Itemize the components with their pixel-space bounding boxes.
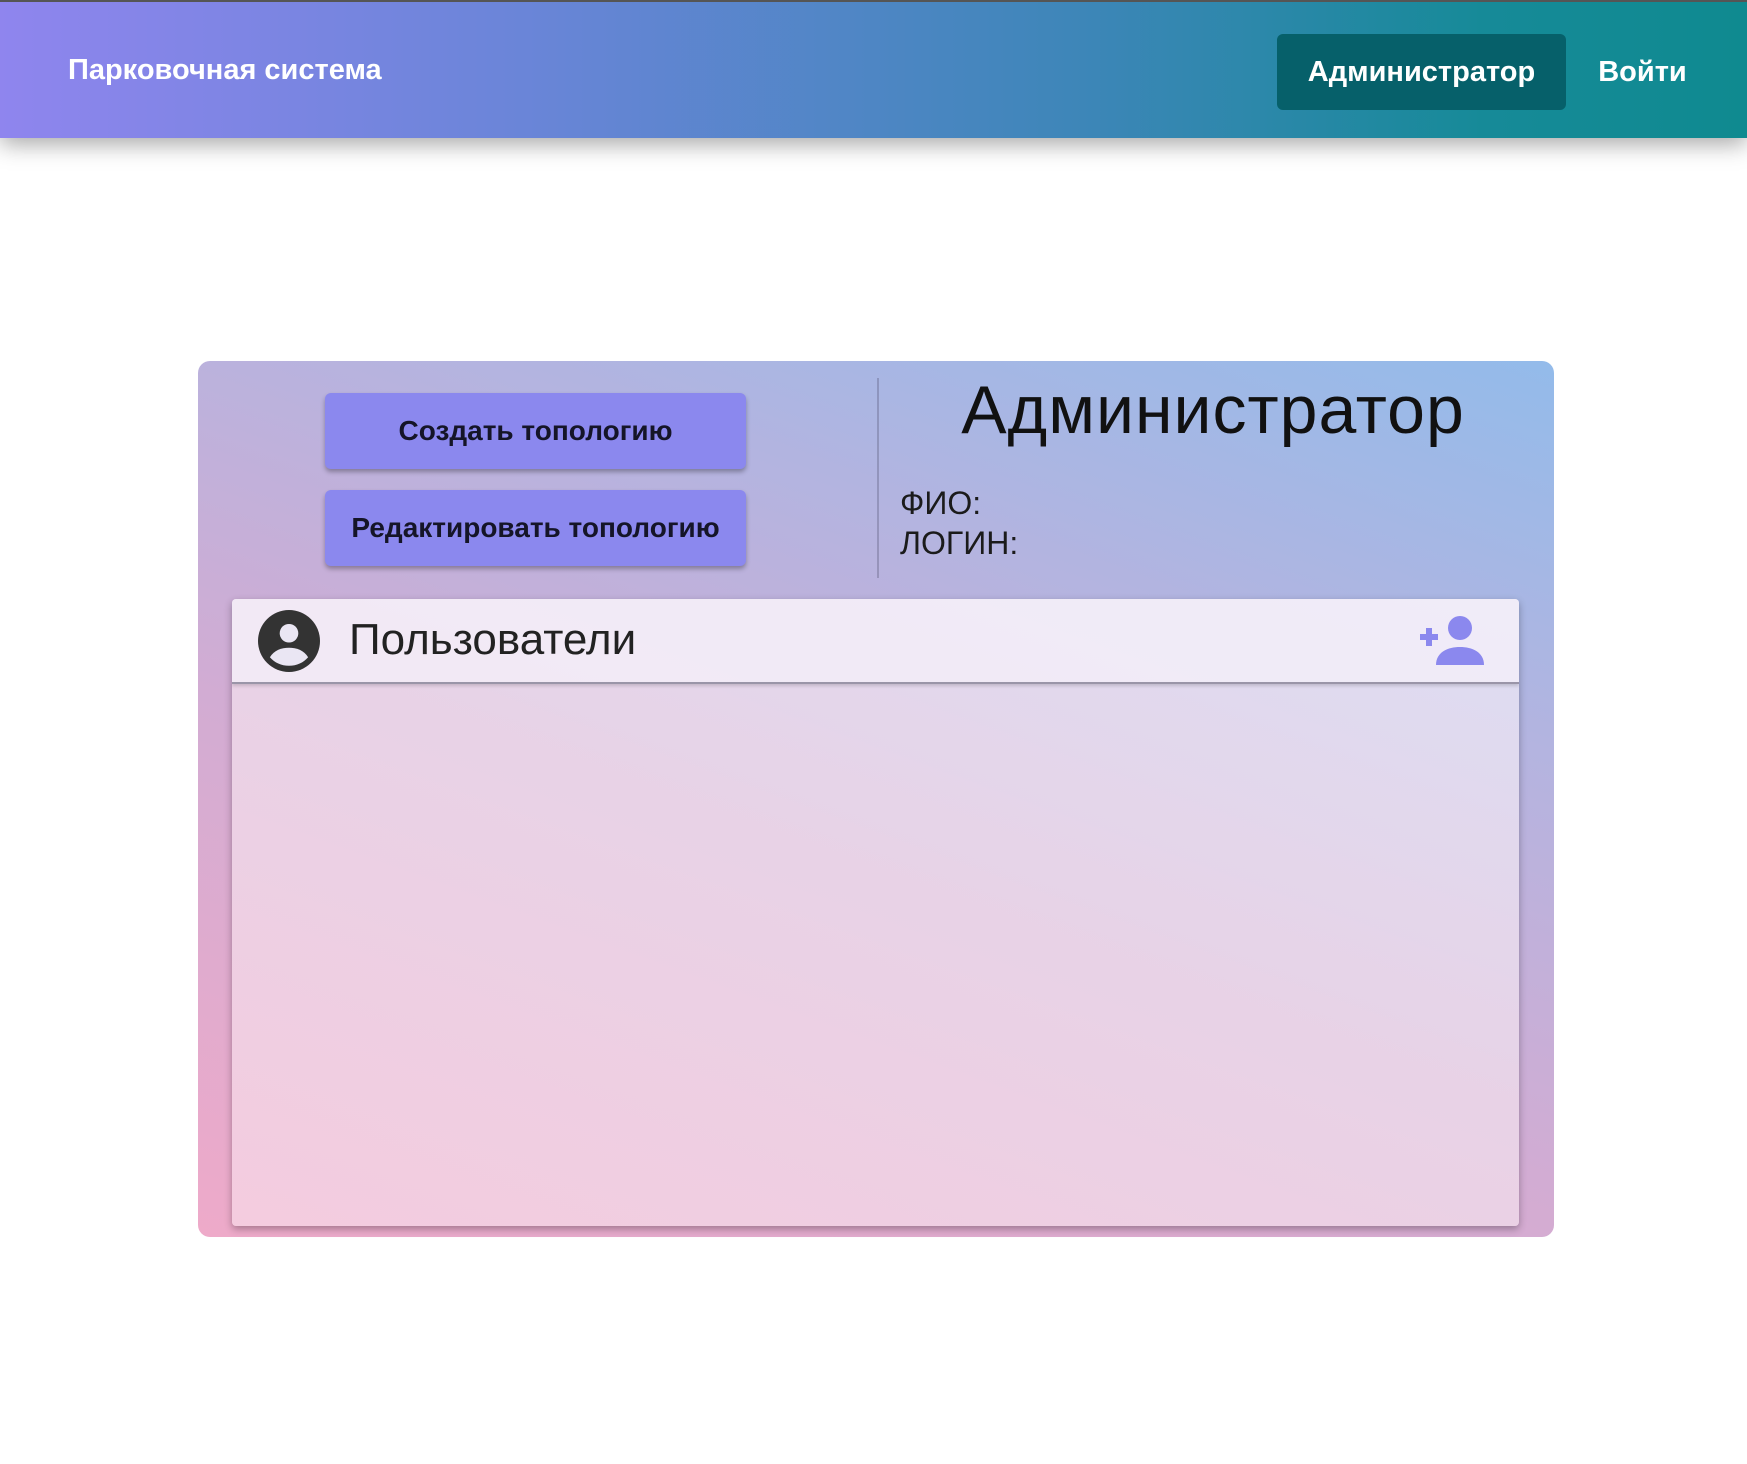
users-list: [232, 686, 1519, 1226]
login-label: ЛОГИН:: [900, 525, 1019, 561]
nav-login-button[interactable]: Войти: [1580, 34, 1705, 110]
users-title: Пользователи: [349, 615, 637, 664]
edit-topology-button[interactable]: Редактировать топологию: [325, 490, 746, 566]
users-panel-header: Пользователи: [232, 599, 1519, 684]
app-bar: Парковочная система Администратор Войти: [0, 0, 1747, 138]
vertical-divider: [877, 378, 879, 578]
admin-card: Создать топологию Редактировать топологи…: [198, 361, 1554, 1237]
users-panel: Пользователи: [232, 599, 1519, 1226]
app-title[interactable]: Парковочная система: [68, 54, 382, 87]
role-title: Администратор: [961, 372, 1465, 448]
create-topology-button[interactable]: Создать топологию: [325, 393, 746, 469]
person-add-icon[interactable]: [1420, 615, 1484, 665]
fio-label: ФИО:: [900, 485, 982, 521]
account-circle-icon: [258, 610, 320, 672]
nav-admin-button[interactable]: Администратор: [1277, 34, 1566, 110]
